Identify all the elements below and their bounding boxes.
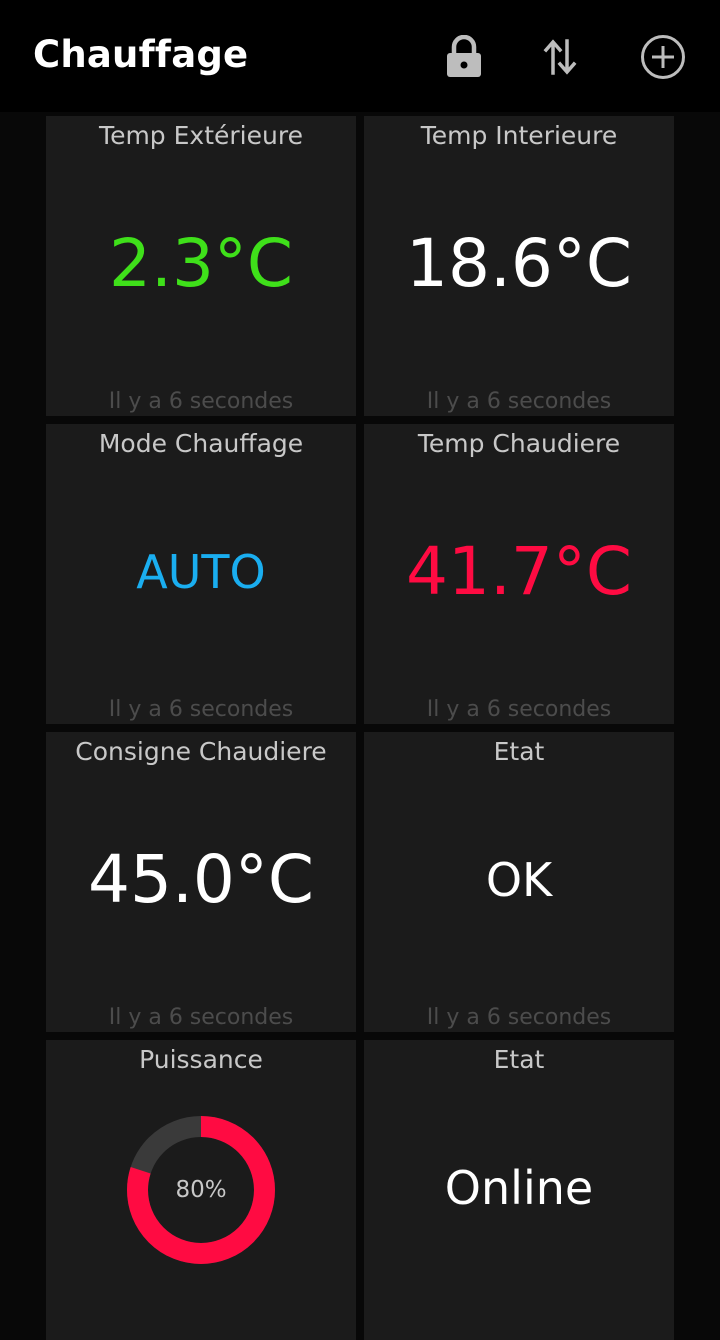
tile-timestamp: Il y a 6 secondes xyxy=(108,697,294,722)
page-title: Chauffage xyxy=(33,33,249,76)
tile-label: Mode Chauffage xyxy=(98,429,304,458)
tile-timestamp: Il y a 6 secondes xyxy=(426,697,612,722)
tile-etat[interactable]: Etat OK Il y a 6 secondes xyxy=(364,732,674,1032)
tile-label: Puissance xyxy=(139,1045,263,1074)
add-circle-icon[interactable] xyxy=(634,28,692,86)
tile-label: Consigne Chaudiere xyxy=(75,737,327,766)
app-toolbar: Chauffage xyxy=(0,0,720,112)
power-gauge: 80% xyxy=(126,1115,276,1265)
tile-temp-interieure[interactable]: Temp Interieure 18.6°C Il y a 6 secondes xyxy=(364,116,674,416)
tile-label: Temp Interieure xyxy=(420,121,618,150)
tile-value: AUTO xyxy=(136,545,266,599)
tile-value: OK xyxy=(485,853,553,907)
tile-temp-chaudiere[interactable]: Temp Chaudiere 41.7°C Il y a 6 secondes xyxy=(364,424,674,724)
tile-puissance[interactable]: Puissance 80% xyxy=(46,1040,356,1340)
tile-etat-online[interactable]: Etat Online xyxy=(364,1040,674,1340)
tile-label: Etat xyxy=(493,1045,545,1074)
tile-timestamp: Il y a 6 secondes xyxy=(426,389,612,414)
tile-temp-exterieure[interactable]: Temp Extérieure 2.3°C Il y a 6 secondes xyxy=(46,116,356,416)
tile-value: 2.3°C xyxy=(108,225,294,302)
sort-arrows-icon[interactable] xyxy=(531,28,589,86)
lock-icon[interactable] xyxy=(435,28,493,86)
gauge-percent-text: 80% xyxy=(175,1177,227,1203)
tile-timestamp: Il y a 6 secondes xyxy=(426,1005,612,1030)
tile-value: 18.6°C xyxy=(405,225,633,302)
tile-timestamp: Il y a 6 secondes xyxy=(108,1005,294,1030)
tile-value: Online xyxy=(444,1161,594,1215)
tile-value: 45.0°C xyxy=(87,841,315,918)
tile-value: 41.7°C xyxy=(405,533,633,610)
tile-label: Etat xyxy=(493,737,545,766)
tile-consigne-chaudiere[interactable]: Consigne Chaudiere 45.0°C Il y a 6 secon… xyxy=(46,732,356,1032)
tile-mode-chauffage[interactable]: Mode Chauffage AUTO Il y a 6 secondes xyxy=(46,424,356,724)
tile-label: Temp Chaudiere xyxy=(417,429,621,458)
tile-timestamp: Il y a 6 secondes xyxy=(108,389,294,414)
tile-label: Temp Extérieure xyxy=(99,121,303,150)
